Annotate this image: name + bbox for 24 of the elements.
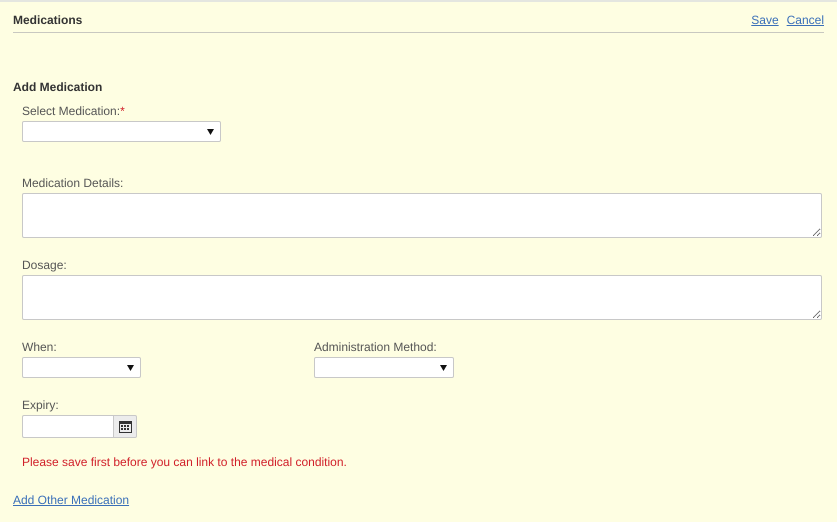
- caret-icon: [440, 364, 447, 370]
- dosage-field[interactable]: [22, 275, 822, 320]
- calendar-button[interactable]: [113, 415, 137, 438]
- required-mark: *: [120, 104, 125, 118]
- caret-icon: [207, 128, 214, 134]
- medication-dropdown[interactable]: [22, 121, 221, 142]
- details-field[interactable]: [22, 193, 822, 238]
- caret-icon: [127, 364, 134, 370]
- header-link[interactable]: Cancel: [786, 13, 824, 27]
- method-dropdown[interactable]: [314, 357, 454, 378]
- field-label: When:: [22, 340, 58, 354]
- when-dropdown[interactable]: [22, 357, 141, 378]
- header-link[interactable]: Save: [751, 13, 779, 27]
- form-heading: Add Medication: [13, 80, 104, 94]
- warning-message: Please save first before you can link to the medical condition.: [22, 455, 347, 469]
- calendar-icon: [118, 420, 132, 432]
- field-label: Dosage:: [22, 258, 68, 272]
- field-label: Expiry:: [22, 398, 60, 412]
- field-label: Medication Details:: [22, 176, 124, 190]
- field-label: Administration Method:: [314, 340, 438, 354]
- expiry-field[interactable]: [22, 415, 113, 438]
- add-other-medication-link[interactable]: Add Other Medication: [13, 493, 130, 507]
- field-label: Select Medication:: [22, 104, 120, 118]
- section-title: Medications: [13, 13, 82, 27]
